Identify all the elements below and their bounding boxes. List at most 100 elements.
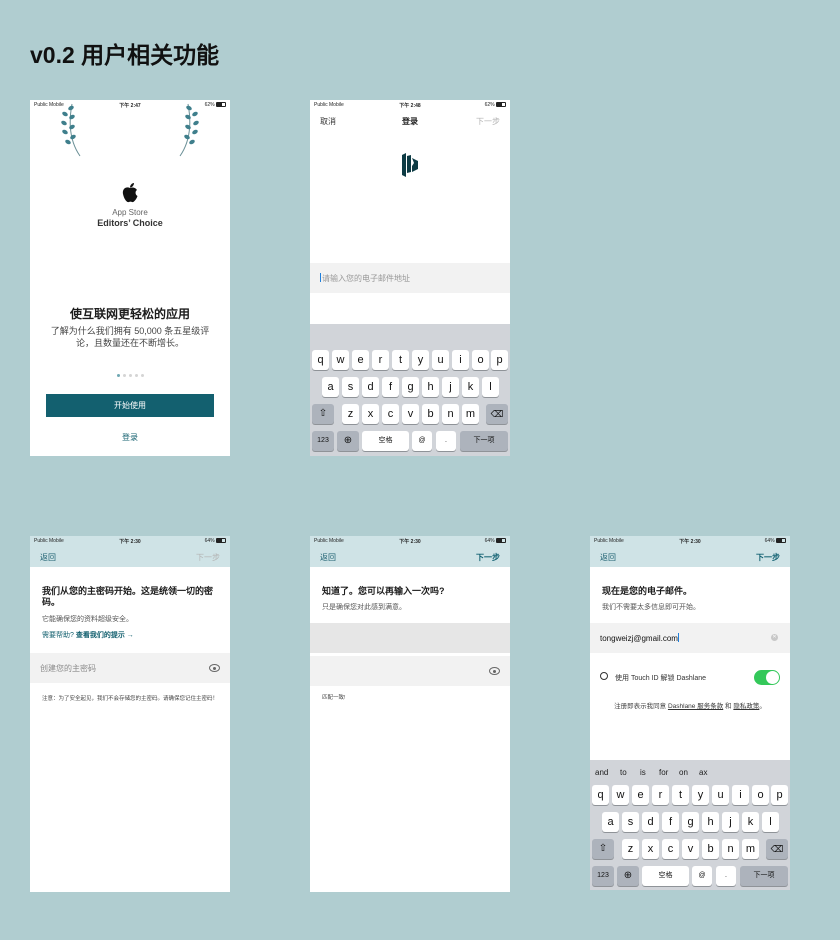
key[interactable]: f — [382, 377, 399, 397]
suggestion[interactable]: is — [640, 768, 646, 777]
key[interactable]: q — [312, 350, 329, 370]
key[interactable]: z — [342, 404, 359, 424]
key[interactable]: c — [382, 404, 399, 424]
key[interactable]: i — [452, 350, 469, 370]
key[interactable]: j — [442, 377, 459, 397]
key[interactable]: n — [722, 839, 739, 859]
eye-icon[interactable] — [489, 667, 500, 675]
key[interactable]: m — [742, 839, 759, 859]
key[interactable]: j — [722, 812, 739, 832]
key[interactable]: z — [622, 839, 639, 859]
eye-icon[interactable] — [209, 664, 220, 672]
dot-key[interactable]: . — [436, 431, 456, 451]
key[interactable]: h — [702, 812, 719, 832]
key[interactable]: k — [742, 812, 759, 832]
suggestion[interactable]: on — [679, 768, 688, 777]
suggestion[interactable]: ax — [699, 768, 707, 777]
page-dot[interactable] — [140, 374, 144, 377]
page-dot[interactable] — [116, 374, 120, 377]
suggestion[interactable]: and — [595, 768, 608, 777]
numbers-key[interactable]: 123 — [592, 866, 614, 886]
key[interactable]: g — [682, 812, 699, 832]
key[interactable]: x — [362, 404, 379, 424]
key[interactable]: n — [442, 404, 459, 424]
key[interactable]: r — [372, 350, 389, 370]
key[interactable]: y — [692, 785, 709, 805]
globe-icon[interactable]: ⊕ — [337, 431, 359, 451]
key[interactable]: a — [602, 812, 619, 832]
key[interactable]: s — [622, 812, 639, 832]
key[interactable]: b — [702, 839, 719, 859]
key[interactable]: f — [662, 812, 679, 832]
next-button[interactable]: 下一步 — [196, 552, 220, 563]
backspace-key-icon[interactable]: ⌫ — [766, 839, 788, 859]
key[interactable]: t — [392, 350, 409, 370]
key[interactable]: d — [642, 812, 659, 832]
backspace-key-icon[interactable]: ⌫ — [486, 404, 508, 424]
page-dot[interactable] — [134, 374, 138, 377]
page-indicator[interactable] — [30, 374, 230, 377]
key[interactable]: l — [762, 812, 779, 832]
key[interactable]: m — [462, 404, 479, 424]
page-dot[interactable] — [128, 374, 132, 377]
key[interactable]: b — [422, 404, 439, 424]
terms-of-service-link[interactable]: Dashlane 服务条款 — [668, 703, 723, 710]
email-input[interactable]: tongweizj@gmail.com ✕ — [590, 623, 790, 653]
key[interactable]: x — [642, 839, 659, 859]
at-key[interactable]: @ — [412, 431, 432, 451]
key[interactable]: k — [462, 377, 479, 397]
suggestion[interactable]: to — [620, 768, 627, 777]
key[interactable]: y — [412, 350, 429, 370]
key[interactable]: v — [682, 839, 699, 859]
privacy-policy-link[interactable]: 隐私政策 — [733, 703, 759, 710]
shift-key-icon[interactable]: ⇧ — [592, 839, 614, 859]
key[interactable]: s — [342, 377, 359, 397]
key[interactable]: e — [352, 350, 369, 370]
key[interactable]: v — [402, 404, 419, 424]
dot-key[interactable]: . — [716, 866, 736, 886]
next-field-key[interactable]: 下一项 — [460, 431, 508, 451]
space-key[interactable]: 空格 — [642, 866, 689, 886]
at-key[interactable]: @ — [692, 866, 712, 886]
master-password-input[interactable]: 创建您的主密码 — [30, 653, 230, 683]
touch-id-toggle[interactable] — [754, 670, 780, 685]
password-field[interactable] — [310, 623, 510, 653]
key[interactable]: p — [771, 785, 788, 805]
key[interactable]: q — [592, 785, 609, 805]
next-button[interactable]: 下一步 — [476, 552, 500, 563]
key[interactable]: i — [732, 785, 749, 805]
next-field-key[interactable]: 下一项 — [740, 866, 788, 886]
back-button[interactable]: 返回 — [320, 552, 336, 563]
page-dot[interactable] — [122, 374, 126, 377]
next-button[interactable]: 下一步 — [756, 552, 780, 563]
key[interactable]: r — [652, 785, 669, 805]
back-button[interactable]: 返回 — [600, 552, 616, 563]
login-link[interactable]: 登录 — [30, 432, 230, 443]
back-button[interactable]: 返回 — [40, 552, 56, 563]
next-button[interactable]: 下一步 — [476, 116, 500, 127]
start-button[interactable]: 开始使用 — [46, 394, 214, 417]
key[interactable]: t — [672, 785, 689, 805]
key[interactable]: o — [752, 785, 769, 805]
key[interactable]: h — [422, 377, 439, 397]
key[interactable]: u — [432, 350, 449, 370]
clear-icon[interactable]: ✕ — [771, 634, 778, 641]
key[interactable]: a — [322, 377, 339, 397]
tips-link[interactable]: 查看我们的提示 → — [76, 632, 134, 639]
key[interactable]: u — [712, 785, 729, 805]
key[interactable]: g — [402, 377, 419, 397]
key[interactable]: c — [662, 839, 679, 859]
key[interactable]: e — [632, 785, 649, 805]
numbers-key[interactable]: 123 — [312, 431, 334, 451]
email-input[interactable]: 请输入您的电子邮件地址 — [310, 263, 510, 293]
key[interactable]: w — [332, 350, 349, 370]
confirm-password-input[interactable] — [310, 656, 510, 686]
key[interactable]: o — [472, 350, 489, 370]
key[interactable]: d — [362, 377, 379, 397]
shift-key-icon[interactable]: ⇧ — [312, 404, 334, 424]
key[interactable]: w — [612, 785, 629, 805]
globe-icon[interactable]: ⊕ — [617, 866, 639, 886]
key[interactable]: p — [491, 350, 508, 370]
space-key[interactable]: 空格 — [362, 431, 409, 451]
key[interactable]: l — [482, 377, 499, 397]
